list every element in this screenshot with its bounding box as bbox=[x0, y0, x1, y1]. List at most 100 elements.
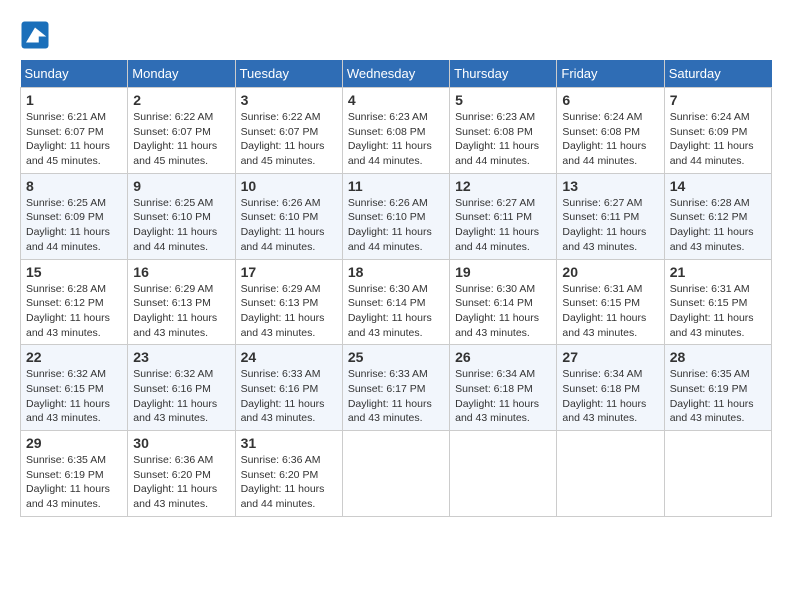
calendar-day-cell: 17 Sunrise: 6:29 AM Sunset: 6:13 PM Dayl… bbox=[235, 259, 342, 345]
day-number: 15 bbox=[26, 264, 122, 280]
day-info: Sunrise: 6:27 AM Sunset: 6:11 PM Dayligh… bbox=[562, 196, 658, 255]
day-info: Sunrise: 6:28 AM Sunset: 6:12 PM Dayligh… bbox=[670, 196, 766, 255]
day-number: 28 bbox=[670, 349, 766, 365]
day-number: 18 bbox=[348, 264, 444, 280]
calendar-day-cell bbox=[557, 431, 664, 517]
day-number: 21 bbox=[670, 264, 766, 280]
calendar-day-cell: 31 Sunrise: 6:36 AM Sunset: 6:20 PM Dayl… bbox=[235, 431, 342, 517]
day-info: Sunrise: 6:32 AM Sunset: 6:16 PM Dayligh… bbox=[133, 367, 229, 426]
calendar-day-cell bbox=[450, 431, 557, 517]
day-number: 24 bbox=[241, 349, 337, 365]
day-info: Sunrise: 6:30 AM Sunset: 6:14 PM Dayligh… bbox=[455, 282, 551, 341]
day-number: 5 bbox=[455, 92, 551, 108]
day-info: Sunrise: 6:21 AM Sunset: 6:07 PM Dayligh… bbox=[26, 110, 122, 169]
day-number: 29 bbox=[26, 435, 122, 451]
weekday-header: Friday bbox=[557, 60, 664, 88]
calendar-day-cell: 22 Sunrise: 6:32 AM Sunset: 6:15 PM Dayl… bbox=[21, 345, 128, 431]
calendar-day-cell: 4 Sunrise: 6:23 AM Sunset: 6:08 PM Dayli… bbox=[342, 88, 449, 174]
calendar-day-cell: 23 Sunrise: 6:32 AM Sunset: 6:16 PM Dayl… bbox=[128, 345, 235, 431]
day-info: Sunrise: 6:23 AM Sunset: 6:08 PM Dayligh… bbox=[455, 110, 551, 169]
day-number: 26 bbox=[455, 349, 551, 365]
day-info: Sunrise: 6:35 AM Sunset: 6:19 PM Dayligh… bbox=[670, 367, 766, 426]
day-number: 3 bbox=[241, 92, 337, 108]
day-info: Sunrise: 6:32 AM Sunset: 6:15 PM Dayligh… bbox=[26, 367, 122, 426]
day-info: Sunrise: 6:30 AM Sunset: 6:14 PM Dayligh… bbox=[348, 282, 444, 341]
weekday-header-row: SundayMondayTuesdayWednesdayThursdayFrid… bbox=[21, 60, 772, 88]
day-info: Sunrise: 6:23 AM Sunset: 6:08 PM Dayligh… bbox=[348, 110, 444, 169]
day-number: 31 bbox=[241, 435, 337, 451]
day-info: Sunrise: 6:24 AM Sunset: 6:09 PM Dayligh… bbox=[670, 110, 766, 169]
calendar-day-cell: 14 Sunrise: 6:28 AM Sunset: 6:12 PM Dayl… bbox=[664, 173, 771, 259]
day-number: 22 bbox=[26, 349, 122, 365]
calendar-day-cell: 19 Sunrise: 6:30 AM Sunset: 6:14 PM Dayl… bbox=[450, 259, 557, 345]
day-info: Sunrise: 6:22 AM Sunset: 6:07 PM Dayligh… bbox=[241, 110, 337, 169]
day-info: Sunrise: 6:26 AM Sunset: 6:10 PM Dayligh… bbox=[348, 196, 444, 255]
calendar-day-cell: 16 Sunrise: 6:29 AM Sunset: 6:13 PM Dayl… bbox=[128, 259, 235, 345]
day-number: 13 bbox=[562, 178, 658, 194]
weekday-header: Monday bbox=[128, 60, 235, 88]
calendar-day-cell: 25 Sunrise: 6:33 AM Sunset: 6:17 PM Dayl… bbox=[342, 345, 449, 431]
day-info: Sunrise: 6:24 AM Sunset: 6:08 PM Dayligh… bbox=[562, 110, 658, 169]
calendar-day-cell: 24 Sunrise: 6:33 AM Sunset: 6:16 PM Dayl… bbox=[235, 345, 342, 431]
calendar-day-cell: 29 Sunrise: 6:35 AM Sunset: 6:19 PM Dayl… bbox=[21, 431, 128, 517]
day-number: 27 bbox=[562, 349, 658, 365]
calendar-day-cell: 21 Sunrise: 6:31 AM Sunset: 6:15 PM Dayl… bbox=[664, 259, 771, 345]
weekday-header: Wednesday bbox=[342, 60, 449, 88]
day-number: 12 bbox=[455, 178, 551, 194]
calendar-day-cell: 30 Sunrise: 6:36 AM Sunset: 6:20 PM Dayl… bbox=[128, 431, 235, 517]
calendar-day-cell: 1 Sunrise: 6:21 AM Sunset: 6:07 PM Dayli… bbox=[21, 88, 128, 174]
calendar-day-cell: 11 Sunrise: 6:26 AM Sunset: 6:10 PM Dayl… bbox=[342, 173, 449, 259]
calendar-day-cell: 7 Sunrise: 6:24 AM Sunset: 6:09 PM Dayli… bbox=[664, 88, 771, 174]
calendar-week-row: 15 Sunrise: 6:28 AM Sunset: 6:12 PM Dayl… bbox=[21, 259, 772, 345]
calendar-day-cell: 15 Sunrise: 6:28 AM Sunset: 6:12 PM Dayl… bbox=[21, 259, 128, 345]
day-info: Sunrise: 6:34 AM Sunset: 6:18 PM Dayligh… bbox=[455, 367, 551, 426]
day-info: Sunrise: 6:25 AM Sunset: 6:10 PM Dayligh… bbox=[133, 196, 229, 255]
calendar-week-row: 1 Sunrise: 6:21 AM Sunset: 6:07 PM Dayli… bbox=[21, 88, 772, 174]
day-number: 19 bbox=[455, 264, 551, 280]
day-info: Sunrise: 6:28 AM Sunset: 6:12 PM Dayligh… bbox=[26, 282, 122, 341]
calendar-day-cell: 27 Sunrise: 6:34 AM Sunset: 6:18 PM Dayl… bbox=[557, 345, 664, 431]
calendar-day-cell: 12 Sunrise: 6:27 AM Sunset: 6:11 PM Dayl… bbox=[450, 173, 557, 259]
day-info: Sunrise: 6:36 AM Sunset: 6:20 PM Dayligh… bbox=[133, 453, 229, 512]
day-number: 20 bbox=[562, 264, 658, 280]
calendar-day-cell: 5 Sunrise: 6:23 AM Sunset: 6:08 PM Dayli… bbox=[450, 88, 557, 174]
calendar-day-cell: 3 Sunrise: 6:22 AM Sunset: 6:07 PM Dayli… bbox=[235, 88, 342, 174]
calendar-day-cell: 6 Sunrise: 6:24 AM Sunset: 6:08 PM Dayli… bbox=[557, 88, 664, 174]
day-number: 7 bbox=[670, 92, 766, 108]
day-info: Sunrise: 6:33 AM Sunset: 6:16 PM Dayligh… bbox=[241, 367, 337, 426]
calendar-day-cell: 2 Sunrise: 6:22 AM Sunset: 6:07 PM Dayli… bbox=[128, 88, 235, 174]
calendar-day-cell: 10 Sunrise: 6:26 AM Sunset: 6:10 PM Dayl… bbox=[235, 173, 342, 259]
day-info: Sunrise: 6:35 AM Sunset: 6:19 PM Dayligh… bbox=[26, 453, 122, 512]
day-number: 1 bbox=[26, 92, 122, 108]
day-info: Sunrise: 6:26 AM Sunset: 6:10 PM Dayligh… bbox=[241, 196, 337, 255]
calendar-day-cell: 9 Sunrise: 6:25 AM Sunset: 6:10 PM Dayli… bbox=[128, 173, 235, 259]
day-number: 11 bbox=[348, 178, 444, 194]
day-info: Sunrise: 6:33 AM Sunset: 6:17 PM Dayligh… bbox=[348, 367, 444, 426]
weekday-header: Saturday bbox=[664, 60, 771, 88]
calendar-day-cell: 8 Sunrise: 6:25 AM Sunset: 6:09 PM Dayli… bbox=[21, 173, 128, 259]
calendar-week-row: 8 Sunrise: 6:25 AM Sunset: 6:09 PM Dayli… bbox=[21, 173, 772, 259]
calendar-day-cell: 18 Sunrise: 6:30 AM Sunset: 6:14 PM Dayl… bbox=[342, 259, 449, 345]
day-number: 17 bbox=[241, 264, 337, 280]
day-number: 16 bbox=[133, 264, 229, 280]
logo bbox=[20, 20, 54, 50]
day-number: 14 bbox=[670, 178, 766, 194]
calendar-day-cell: 13 Sunrise: 6:27 AM Sunset: 6:11 PM Dayl… bbox=[557, 173, 664, 259]
day-info: Sunrise: 6:29 AM Sunset: 6:13 PM Dayligh… bbox=[133, 282, 229, 341]
calendar-week-row: 29 Sunrise: 6:35 AM Sunset: 6:19 PM Dayl… bbox=[21, 431, 772, 517]
calendar-table: SundayMondayTuesdayWednesdayThursdayFrid… bbox=[20, 60, 772, 517]
page-header bbox=[20, 20, 772, 50]
day-info: Sunrise: 6:25 AM Sunset: 6:09 PM Dayligh… bbox=[26, 196, 122, 255]
day-number: 2 bbox=[133, 92, 229, 108]
calendar-week-row: 22 Sunrise: 6:32 AM Sunset: 6:15 PM Dayl… bbox=[21, 345, 772, 431]
day-number: 8 bbox=[26, 178, 122, 194]
day-info: Sunrise: 6:31 AM Sunset: 6:15 PM Dayligh… bbox=[562, 282, 658, 341]
day-info: Sunrise: 6:29 AM Sunset: 6:13 PM Dayligh… bbox=[241, 282, 337, 341]
day-info: Sunrise: 6:31 AM Sunset: 6:15 PM Dayligh… bbox=[670, 282, 766, 341]
weekday-header: Sunday bbox=[21, 60, 128, 88]
logo-icon bbox=[20, 20, 50, 50]
day-number: 9 bbox=[133, 178, 229, 194]
day-number: 4 bbox=[348, 92, 444, 108]
day-info: Sunrise: 6:27 AM Sunset: 6:11 PM Dayligh… bbox=[455, 196, 551, 255]
calendar-day-cell: 28 Sunrise: 6:35 AM Sunset: 6:19 PM Dayl… bbox=[664, 345, 771, 431]
